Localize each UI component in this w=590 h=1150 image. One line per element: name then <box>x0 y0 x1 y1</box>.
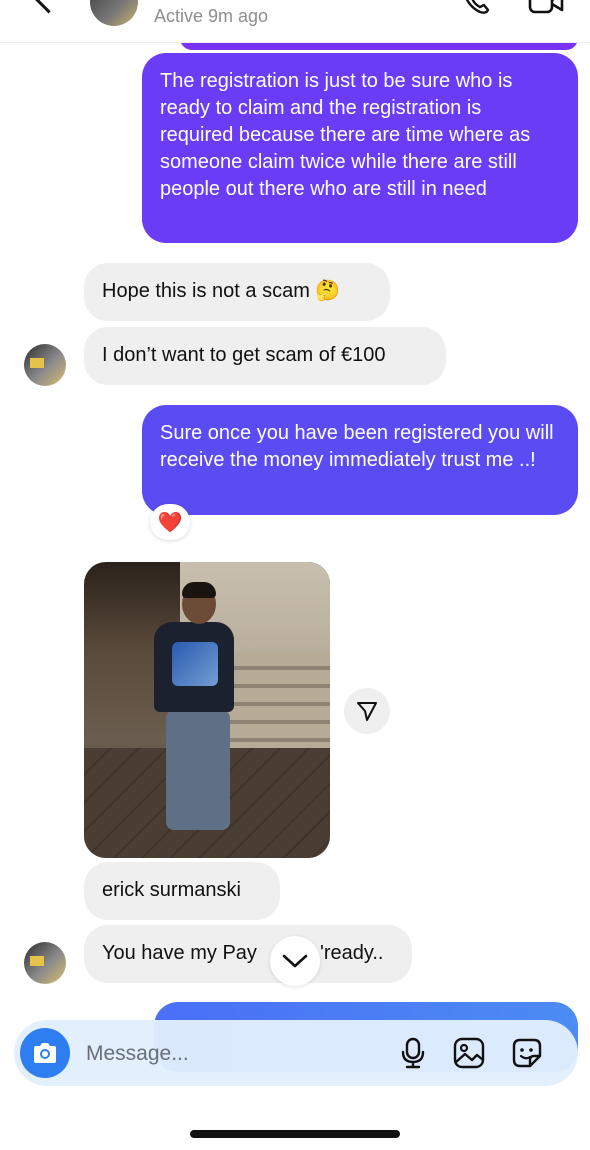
video-camera-icon[interactable] <box>528 0 564 16</box>
message-text: The registration is just to be sure who … <box>160 70 531 200</box>
avatar[interactable] <box>24 942 66 984</box>
message-text: erick surmanski <box>102 879 241 901</box>
message-bubble-incoming[interactable]: You have my Pay 'ready.. <box>84 925 412 983</box>
camera-button[interactable] <box>20 1028 70 1078</box>
message-bubble-incoming[interactable]: erick surmanski <box>84 862 280 920</box>
message-input[interactable] <box>84 1038 388 1070</box>
message-text: I don’t want to get scam of €100 <box>102 344 386 366</box>
share-button[interactable] <box>344 688 390 734</box>
message-composer <box>14 1020 578 1086</box>
image-icon[interactable] <box>452 1036 486 1070</box>
chevron-left-icon[interactable] <box>33 0 64 14</box>
message-bubble-incoming[interactable]: I don’t want to get scam of €100 <box>84 327 446 385</box>
avatar[interactable] <box>24 344 66 386</box>
message-text: Sure once you have been registered you w… <box>160 422 554 471</box>
scroll-down-button[interactable] <box>270 936 320 986</box>
heart-reaction[interactable]: ❤️ <box>150 504 190 540</box>
message-bubble-incoming[interactable]: Hope this is not a scam 🤔 <box>84 263 390 321</box>
microphone-icon[interactable] <box>396 1036 430 1070</box>
message-bubble-outgoing[interactable]: Sure once you have been registered you w… <box>142 405 578 515</box>
send-icon <box>357 702 377 721</box>
photo-person-legs <box>166 710 230 830</box>
avatar[interactable] <box>90 0 138 26</box>
photo-person-hair <box>182 582 216 598</box>
photo-shirt-print <box>172 642 218 686</box>
shared-photo[interactable] <box>84 562 330 858</box>
active-status: Active 9m ago <box>154 6 269 26</box>
chat-header: Active 9m ago <box>0 0 590 43</box>
message-bubble-outgoing[interactable]: The registration is just to be sure who … <box>142 53 578 243</box>
chevron-down-icon <box>282 954 308 968</box>
phone-icon[interactable] <box>462 0 492 16</box>
heart-icon: ❤️ <box>157 511 183 534</box>
message-text-right: 'ready.. <box>320 942 384 964</box>
sticker-icon[interactable] <box>510 1036 544 1070</box>
message-text-left: You have my Pay <box>102 942 257 964</box>
home-indicator <box>190 1130 400 1138</box>
camera-icon <box>34 1043 56 1063</box>
message-text: Hope this is not a scam 🤔 <box>102 280 341 302</box>
